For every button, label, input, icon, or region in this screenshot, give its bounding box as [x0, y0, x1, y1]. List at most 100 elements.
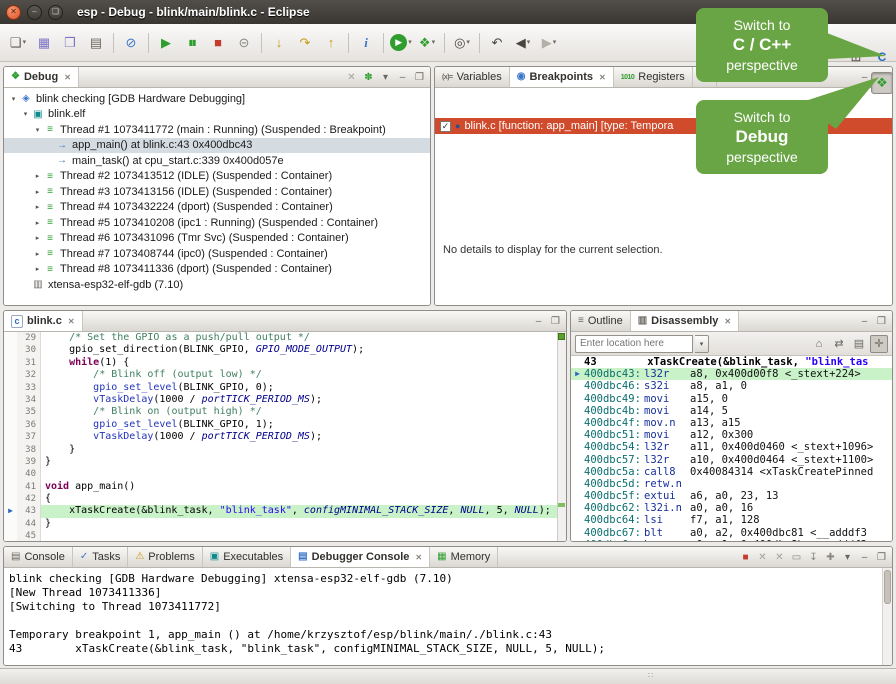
overview-ruler[interactable] [557, 332, 566, 541]
clear-console-icon[interactable]: ▭ [790, 550, 803, 564]
code-line[interactable]: 29 /* Set the GPIO as a push/pull output… [4, 332, 566, 344]
sash-grip-icon[interactable]: ∷ [648, 671, 653, 680]
disassembly-instruction[interactable]: ▶400dbc43:l32ra8, 0x400d00f8 <_stext+224… [571, 368, 892, 380]
location-dropdown-icon[interactable]: ▾ [695, 335, 709, 353]
tree-item[interactable]: ▸≡Thread #5 1073410208 (ipc1 : Running) … [4, 215, 430, 231]
code-line[interactable]: 36 gpio_set_level(BLINK_GPIO, 1); [4, 419, 566, 431]
scrollbar-thumb[interactable] [884, 570, 891, 604]
code-line[interactable]: 34 vTaskDelay(1000 / portTICK_PERIOD_MS)… [4, 394, 566, 406]
tree-item[interactable]: →app_main() at blink.c:43 0x400dbc43 [4, 138, 430, 154]
terminate-icon[interactable]: ■ [739, 550, 752, 564]
code-line[interactable]: 39} [4, 456, 566, 468]
expand-icon[interactable]: ▸ [32, 265, 43, 273]
tab-breakpoints[interactable]: ◉Breakpoints✕ [510, 67, 614, 87]
tab-disassembly[interactable]: ▥Disassembly✕ [631, 311, 739, 331]
tab-outline[interactable]: ≡Outline [571, 311, 631, 331]
collapse-icon[interactable]: ▾ [8, 95, 19, 103]
code-line[interactable]: ▶43 xTaskCreate(&blink_task, "blink_task… [4, 505, 566, 517]
code-line[interactable]: 37 vTaskDelay(1000 / portTICK_PERIOD_MS)… [4, 431, 566, 443]
run-button[interactable]: ▶▾ [389, 31, 413, 55]
location-input[interactable] [575, 335, 693, 353]
disassembly-instruction[interactable]: 400dbc5d:retw.n [571, 478, 892, 490]
tree-item[interactable]: →main_task() at cpu_start.c:339 0x400d05… [4, 153, 430, 169]
cpp-perspective-button[interactable]: C [871, 46, 893, 68]
code-line[interactable]: 33 gpio_set_level(BLINK_GPIO, 0); [4, 382, 566, 394]
save-all-button[interactable]: ❒ [58, 31, 82, 55]
breakpoint-checkbox[interactable]: ✓ [440, 121, 451, 132]
tree-item[interactable]: ▾▣blink.elf [4, 107, 430, 123]
tab-problems[interactable]: ⚠Problems [128, 547, 202, 567]
new-wizard-button[interactable]: ❏▾ [6, 31, 30, 55]
step-over-button[interactable]: ↷ [293, 31, 317, 55]
minimize-button[interactable]: – [27, 5, 42, 20]
console-menu-icon[interactable]: ▾ [841, 550, 854, 564]
disassembly-instruction[interactable]: 400dbc54:l32ra11, 0x400d0460 <_stext+109… [571, 441, 892, 453]
forward-button[interactable]: ▶▾ [537, 31, 561, 55]
skip-all-breakpoints-button[interactable]: ⊘ [119, 31, 143, 55]
console-body[interactable]: blink checking [GDB Hardware Debugging] … [4, 568, 892, 665]
suspend-button[interactable]: ▮▮ [180, 31, 204, 55]
disassembly-instruction[interactable]: 400dbc6a:bnonea0, a1, 0x400dbc8b <__addd… [571, 539, 892, 541]
maximize-icon[interactable]: ❐ [549, 314, 562, 328]
disassembly-instruction[interactable]: 400dbc67:blta0, a2, 0x400dbc81 <__adddf3 [571, 527, 892, 539]
close-icon[interactable]: ✕ [724, 317, 731, 326]
maximize-button[interactable]: ❏ [48, 5, 63, 20]
print-button[interactable]: ▤ [84, 31, 108, 55]
close-icon[interactable]: ✕ [64, 73, 71, 82]
tab-registers[interactable]: 1010Registers [614, 67, 693, 87]
minimize-icon[interactable]: – [858, 314, 871, 328]
tab-tasks[interactable]: ✓Tasks [73, 547, 129, 567]
disconnect-button[interactable]: ⊝ [232, 31, 256, 55]
step-into-button[interactable]: ↓ [267, 31, 291, 55]
disassembly-instruction[interactable]: 400dbc57:l32ra10, 0x400d0464 <_stext+110… [571, 454, 892, 466]
close-icon[interactable]: ✕ [599, 73, 606, 82]
tab-blink-c[interactable]: c blink.c ✕ [4, 311, 83, 331]
expand-icon[interactable]: ▸ [32, 203, 43, 211]
disassembly-instruction[interactable]: 400dbc4f:mov.na13, a15 [571, 417, 892, 429]
code-line[interactable]: 40 [4, 468, 566, 480]
code-line[interactable]: 45 [4, 530, 566, 541]
debug-view-misc-icon[interactable]: ✽ [362, 70, 375, 84]
search-button[interactable]: ◎▾ [450, 31, 474, 55]
remove-launch-icon[interactable]: ✕ [756, 550, 769, 564]
disassembly-instruction[interactable]: 400dbc49:movia15, 0 [571, 393, 892, 405]
maximize-icon[interactable]: ❐ [413, 70, 426, 84]
tree-item[interactable]: ▥xtensa-esp32-elf-gdb (7.10) [4, 277, 430, 293]
close-button[interactable]: ✕ [6, 5, 21, 20]
disassembly-instruction[interactable]: 400dbc5a:call80x40084314 <xTaskCreatePin… [571, 466, 892, 478]
tree-item[interactable]: ▸≡Thread #2 1073413512 (IDLE) (Suspended… [4, 169, 430, 185]
tab-executables[interactable]: ▣Executables [203, 547, 291, 567]
terminate-button[interactable]: ■ [206, 31, 230, 55]
debug-button[interactable]: ❖▾ [415, 31, 439, 55]
close-icon[interactable]: ✕ [68, 317, 75, 326]
expand-icon[interactable]: ▸ [32, 188, 43, 196]
instruction-stepping-button[interactable]: i [354, 31, 378, 55]
tab-debugger-console[interactable]: ▤Debugger Console✕ [291, 547, 430, 567]
last-edit-location-button[interactable]: ↶ [485, 31, 509, 55]
maximize-icon[interactable]: ❐ [875, 314, 888, 328]
disassembly-body[interactable]: 43 xTaskCreate(&blink_task, "blink_tas▶4… [571, 356, 892, 541]
expand-icon[interactable]: ▸ [32, 219, 43, 227]
code-line[interactable]: 35 /* Blink on (output high) */ [4, 406, 566, 418]
disassembly-instruction[interactable]: 400dbc4b:movia14, 5 [571, 405, 892, 417]
tree-item[interactable]: ▸≡Thread #6 1073431096 (Tmr Svc) (Suspen… [4, 231, 430, 247]
track-location-icon[interactable]: ✛ [870, 335, 888, 353]
close-icon[interactable]: ✕ [415, 553, 422, 562]
debug-perspective-button[interactable]: ❖ [871, 72, 893, 94]
code-line[interactable]: 31 while(1) { [4, 357, 566, 369]
resume-button[interactable]: ▶ [154, 31, 178, 55]
remove-all-launches-icon[interactable]: ✕ [773, 550, 786, 564]
collapse-icon[interactable]: ▾ [20, 110, 31, 118]
disassembly-instruction[interactable]: 400dbc51:movia12, 0x300 [571, 429, 892, 441]
minimize-icon[interactable]: – [858, 550, 871, 564]
scroll-lock-icon[interactable]: ↧ [807, 550, 820, 564]
disassembly-instruction[interactable]: 400dbc62:l32i.na0, a0, 16 [571, 502, 892, 514]
tree-item[interactable]: ▸≡Thread #8 1073411336 (dport) (Suspende… [4, 262, 430, 278]
remove-all-terminated-icon[interactable]: ✕ [345, 70, 358, 84]
code-line[interactable]: 38 } [4, 444, 566, 456]
open-perspective-button[interactable]: ⊞ [845, 46, 867, 68]
home-icon[interactable]: ⌂ [810, 335, 828, 353]
tab-console[interactable]: ▤Console [4, 547, 73, 567]
tab-debug[interactable]: ❖ Debug ✕ [4, 67, 79, 87]
tab-variables[interactable]: (x)=Variables [435, 67, 510, 87]
